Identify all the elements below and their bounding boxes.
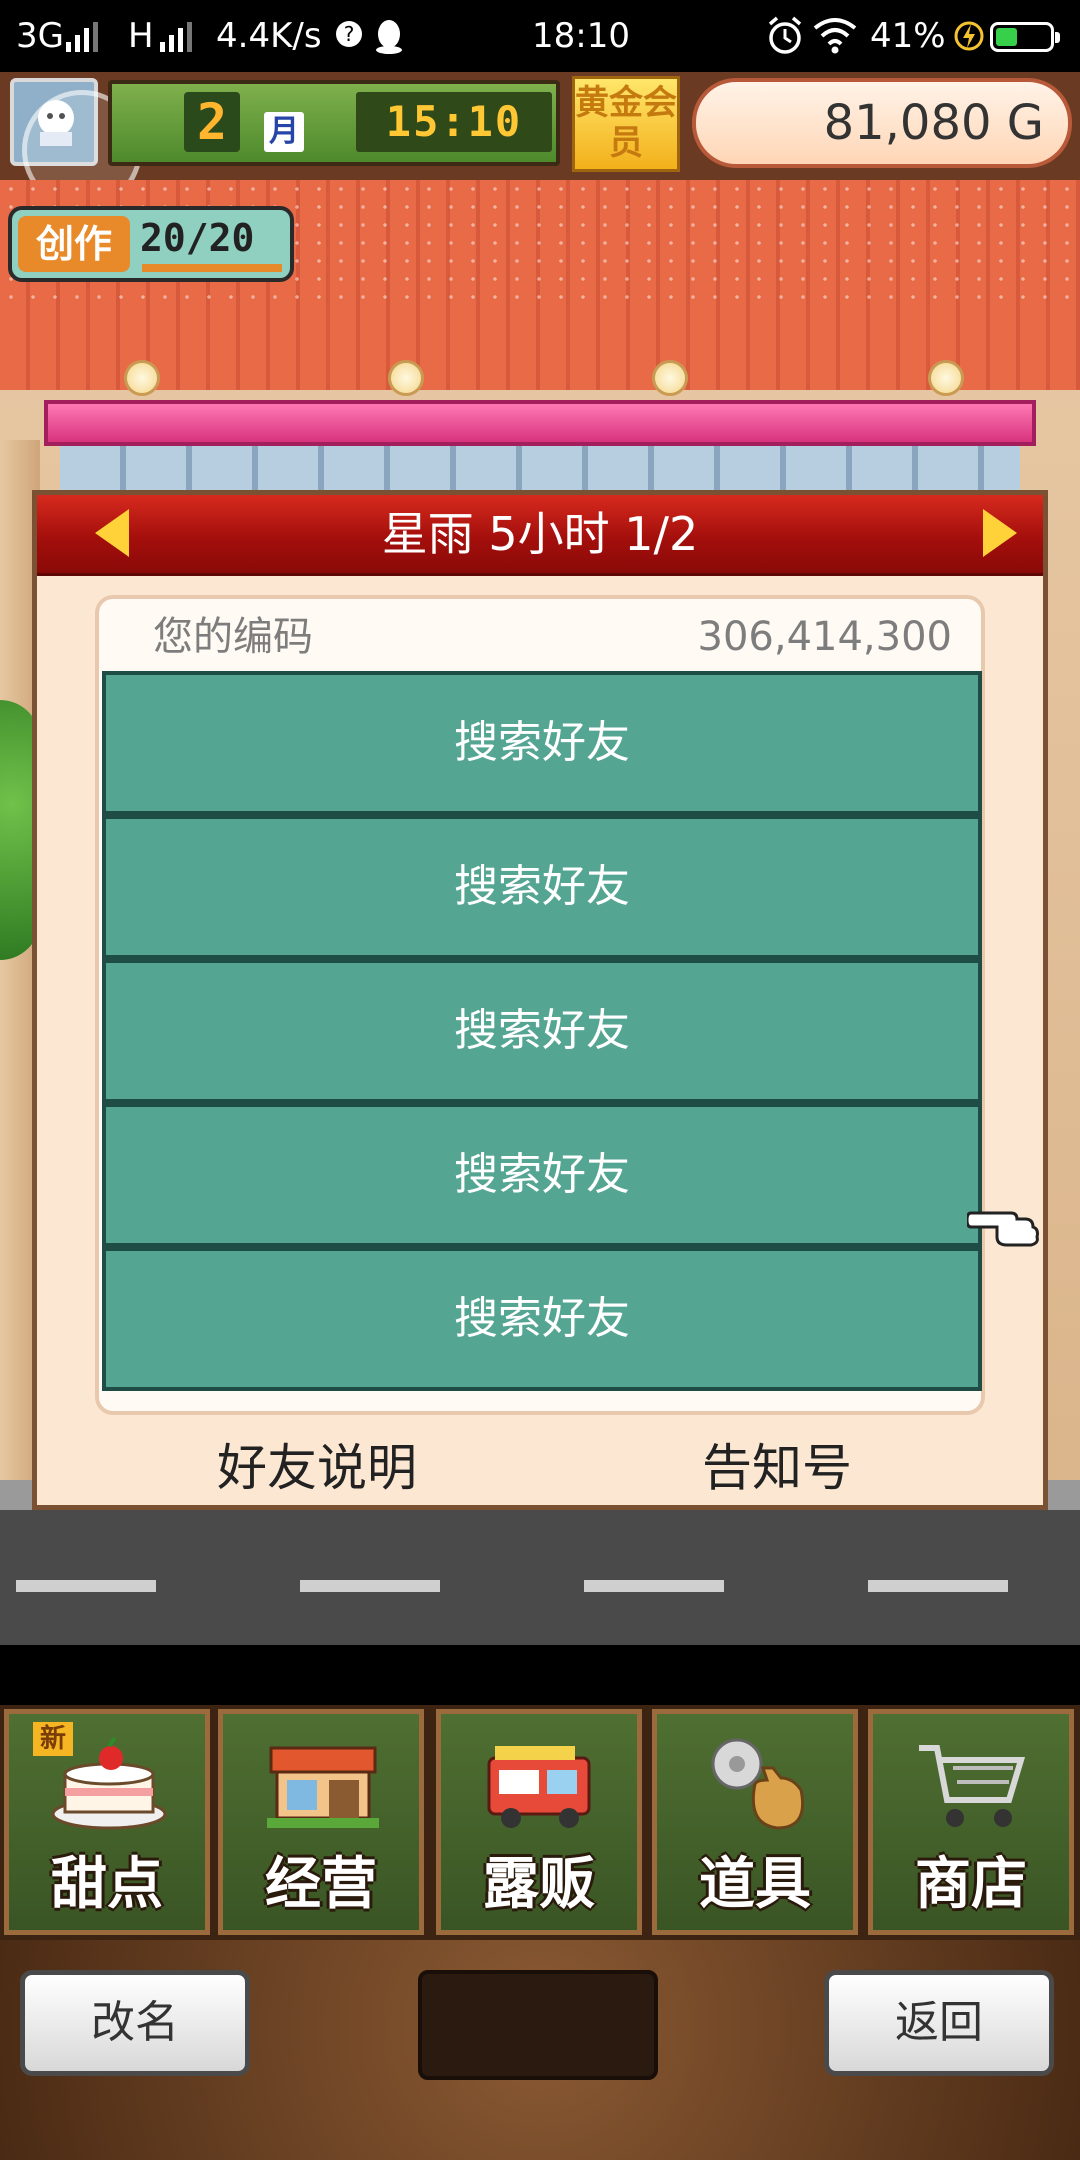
qq-icon <box>376 20 402 54</box>
road-marking <box>16 1580 156 1592</box>
cake-icon <box>51 1736 167 1830</box>
friend-help-link[interactable]: 好友说明 <box>167 1430 467 1506</box>
search-friend-slot-4[interactable]: 搜索好友 <box>102 1103 982 1247</box>
menu-store-label: 商店 <box>915 1852 1027 1917</box>
lamp-icon <box>388 360 424 396</box>
road <box>0 1510 1080 1645</box>
road-marking <box>584 1580 724 1592</box>
money-display: 81,080 G <box>692 78 1072 168</box>
food-truck-icon <box>487 1746 591 1828</box>
panel-title: 星雨 5小时 1/2 <box>381 507 699 561</box>
black-gap <box>0 1645 1080 1705</box>
date-panel: 2 月 15:10 <box>108 80 560 166</box>
lamp-icon <box>928 360 964 396</box>
create-label: 创作 <box>18 216 130 272</box>
bottom-bar: 改名 返回 <box>0 1940 1080 2160</box>
code-value: 306,414,300 <box>697 614 952 660</box>
friend-panel: 星雨 5小时 1/2 您的编码 306,414,300 搜索好友 搜索好友 搜索… <box>32 490 1048 1510</box>
menu-dessert-label: 甜点 <box>51 1852 163 1917</box>
friend-slot-list: 搜索好友 搜索好友 搜索好友 搜索好友 搜索好友 <box>102 671 982 1391</box>
search-friend-slot-2[interactable]: 搜索好友 <box>102 815 982 959</box>
back-button[interactable]: 返回 <box>824 1970 1054 2076</box>
road-marking <box>868 1580 1008 1592</box>
svg-text:?: ? <box>344 22 355 46</box>
rename-button[interactable]: 改名 <box>20 1970 250 2076</box>
menu-items[interactable]: 道具 <box>652 1709 858 1935</box>
center-slot <box>418 1970 658 2080</box>
search-friend-slot-3[interactable]: 搜索好友 <box>102 959 982 1103</box>
road-marking <box>300 1580 440 1592</box>
avatar[interactable] <box>10 78 142 210</box>
top-hud: 2 月 15:10 黄金会员 81,080 G <box>0 72 1080 210</box>
menu-stall-label: 露贩 <box>483 1852 595 1917</box>
status-time: 18:10 <box>532 16 630 56</box>
menu-manage[interactable]: 经营 <box>218 1709 424 1935</box>
battery-icon <box>990 22 1060 52</box>
charging-icon <box>954 21 984 51</box>
alarm-icon <box>768 16 802 54</box>
wifi-icon <box>813 18 857 54</box>
status-bar: 3G H 4.4K/s ? 18:10 41% <box>0 0 1080 72</box>
search-friend-slot-1[interactable]: 搜索好友 <box>102 671 982 815</box>
create-count: 20/20 <box>140 216 255 260</box>
items-bag-icon <box>711 1738 804 1830</box>
shopping-cart-icon <box>919 1745 1026 1827</box>
network-type: 3G <box>16 16 64 56</box>
help-icon: ? <box>336 21 362 47</box>
lamp-icon <box>652 360 688 396</box>
network-type-2: H <box>128 16 154 56</box>
create-progress-bar <box>142 264 282 272</box>
game-clock: 15:10 <box>356 92 552 152</box>
lamp-icon <box>124 360 160 396</box>
notice-id-link[interactable]: 告知号 <box>627 1430 927 1506</box>
search-friend-slot-5[interactable]: 搜索好友 <box>102 1247 982 1391</box>
menu-items-label: 道具 <box>699 1852 811 1917</box>
menu-manage-label: 经营 <box>265 1852 377 1917</box>
gold-member-badge[interactable]: 黄金会员 <box>572 76 680 172</box>
battery-fill <box>996 28 1017 46</box>
month-number: 2 <box>184 92 240 152</box>
create-badge[interactable]: 创作 20/20 <box>8 206 294 282</box>
month-unit: 月 <box>264 112 304 152</box>
menu-stall[interactable]: 露贩 <box>436 1709 642 1935</box>
main-menu-bar: 新 甜点 经营 露贩 道具 商店 <box>0 1705 1080 1940</box>
next-page-arrow-icon[interactable] <box>983 509 1017 557</box>
signal-icon <box>66 20 98 52</box>
shop-awning <box>44 400 1036 446</box>
shop-icon <box>267 1746 379 1828</box>
net-speed: 4.4K/s <box>216 16 322 56</box>
code-label: 您的编码 <box>153 614 313 660</box>
prev-page-arrow-icon[interactable] <box>95 509 129 557</box>
menu-dessert[interactable]: 新 甜点 <box>4 1709 210 1935</box>
battery-percent: 41% <box>870 16 946 56</box>
signal-icon-2 <box>160 20 192 52</box>
panel-header: 星雨 5小时 1/2 <box>37 495 1043 576</box>
pointing-hand-cursor-icon <box>967 1211 1039 1247</box>
menu-store[interactable]: 商店 <box>868 1709 1074 1935</box>
